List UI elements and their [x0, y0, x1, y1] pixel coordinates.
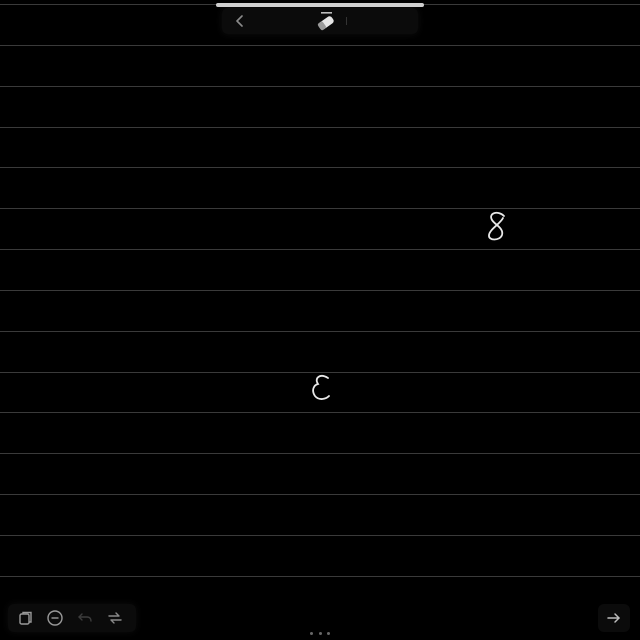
back-button[interactable] — [230, 11, 250, 31]
handle-dot — [310, 632, 313, 635]
ruled-line — [0, 535, 640, 536]
redo-icon — [108, 612, 122, 624]
ruled-line — [0, 331, 640, 332]
handwritten-digit-8 — [488, 211, 505, 241]
ruled-line — [0, 290, 640, 291]
handle-dot — [327, 632, 330, 635]
ruled-line — [0, 249, 640, 250]
ruled-line — [0, 453, 640, 454]
handwritten-digit-3-mirrored — [312, 375, 330, 400]
copy-page-button[interactable] — [16, 608, 36, 628]
ruled-line — [0, 412, 640, 413]
eraser-icon — [317, 12, 334, 31]
bottom-toolbar — [8, 604, 136, 632]
copy-page-icon — [19, 611, 32, 625]
zoom-out-icon — [47, 610, 63, 626]
handle-dot — [318, 632, 322, 635]
eraser-tool-button[interactable] — [314, 10, 338, 32]
page-handle-indicator[interactable] — [310, 632, 330, 636]
ruled-line — [0, 45, 640, 46]
ruled-line — [0, 167, 640, 168]
ruled-line — [0, 494, 640, 495]
undo-icon — [78, 613, 92, 622]
redo-button[interactable] — [105, 608, 125, 628]
ruled-line — [0, 576, 640, 577]
ruled-line — [0, 86, 640, 87]
arrow-right-icon — [607, 613, 620, 623]
toolbar-divider — [346, 17, 347, 25]
next-page-button[interactable] — [598, 604, 630, 632]
chevron-left-icon — [236, 15, 243, 27]
top-drag-indicator[interactable] — [216, 3, 424, 7]
zoom-out-button[interactable] — [45, 608, 65, 628]
top-toolbar — [222, 8, 418, 34]
undo-button[interactable] — [75, 608, 95, 628]
ruled-line — [0, 208, 640, 209]
note-canvas[interactable] — [0, 0, 640, 640]
ruled-line — [0, 127, 640, 128]
